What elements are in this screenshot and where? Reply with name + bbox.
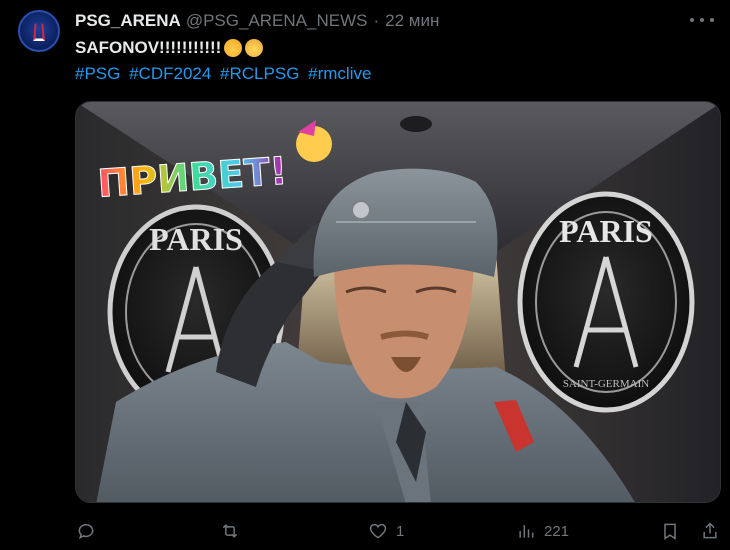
views-count: 221 [544,522,570,540]
hashtag-link[interactable]: #PSG [75,64,120,83]
separator-dot: · [373,11,380,30]
bookmark-icon [664,523,676,540]
right-emblem-subtext: SAINT-GERMAIN [563,378,649,390]
author-handle[interactable]: @PSG_ARENA_NEWS [186,11,368,31]
author-name[interactable]: PSG_ARENA [75,11,181,31]
reply-button[interactable] [76,520,104,542]
retweet-button[interactable] [220,520,248,542]
left-emblem-text: PARIS [149,221,243,257]
media-illustration: PARIS PARIS SAINT-GERMAIN ПРИВЕТ! [76,102,720,502]
like-count: 1 [396,522,405,540]
right-emblem-text: PARIS [559,213,653,249]
hashtag-link[interactable]: #CDF2024 [129,64,211,83]
retweet-icon [222,524,238,538]
tweet-text-content: SAFONOV!!!!!!!!!!! [75,38,222,57]
more-options-icon[interactable] [690,10,714,30]
hashtag-line: #PSG #CDF2024 #RCLPSG #rmclive [75,64,375,84]
share-button[interactable] [700,520,720,542]
author-avatar[interactable] [18,10,60,52]
saluting-face-emoji-icon [245,39,264,57]
tweet-time[interactable]: 22 мин [385,11,439,31]
tweet-action-bar: 1 221 [0,520,730,542]
heart-icon [369,523,387,539]
tweet-media-image[interactable]: PARIS PARIS SAINT-GERMAIN ПРИВЕТ! [75,101,721,503]
like-button[interactable]: 1 [368,520,404,542]
views-button[interactable]: 221 [516,520,569,542]
psg-logo-icon [33,23,45,41]
share-icon [703,522,717,539]
tweet-text: SAFONOV!!!!!!!!!!! [75,38,264,58]
right-psg-emblem: PARIS SAINT-GERMAIN [517,191,695,413]
views-icon [519,525,534,538]
reply-icon [78,524,94,540]
tweet-header: PSG_ARENA @PSG_ARENA_NEWS · 22 мин [75,11,439,31]
hashtag-link[interactable]: #rmclive [308,64,371,83]
exploding-head-emoji-icon [224,39,243,57]
bookmark-button[interactable] [660,520,680,542]
hashtag-link[interactable]: #RCLPSG [220,64,299,83]
